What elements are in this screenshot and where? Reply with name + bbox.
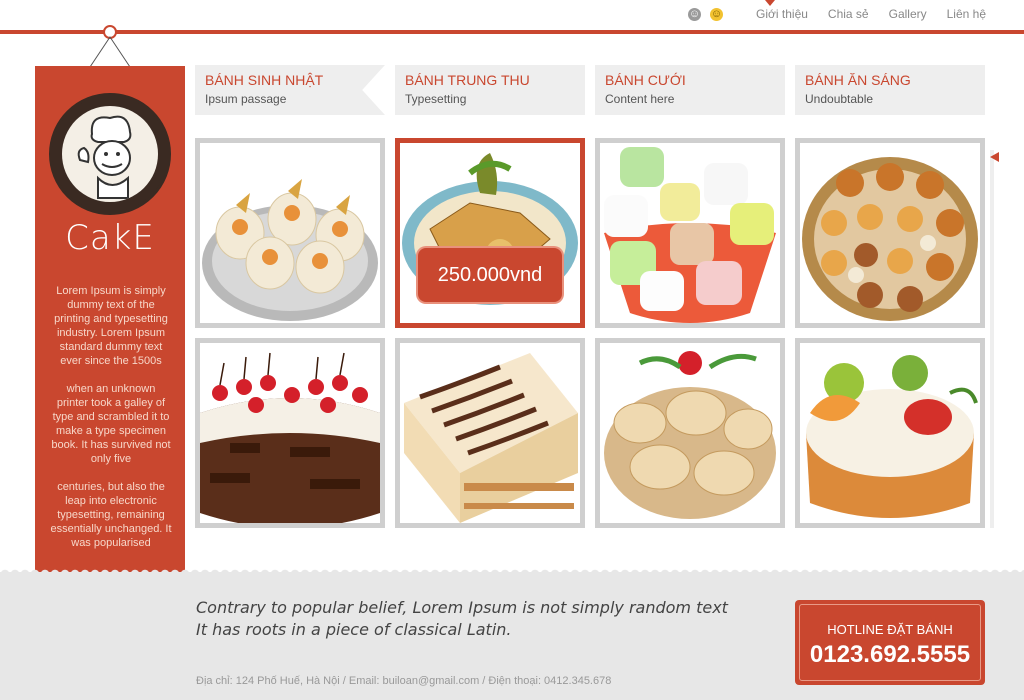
top-nav: ☺ ☺ Giới thiệu Chia sẻ Gallery Liên hệ: [0, 0, 1024, 34]
cream-cake-cups-image: [202, 179, 378, 321]
nav-divider: [0, 30, 1024, 34]
chef-icon: [77, 115, 132, 199]
grey-face-icon[interactable]: ☺: [688, 8, 701, 21]
category-title: BÁNH SINH NHẬT: [205, 72, 324, 88]
gallery-item-layer-cake[interactable]: [395, 338, 585, 528]
fruit-cake-image: [806, 355, 978, 518]
description-paragraph: Lorem Ipsum is simply dummy text of the …: [54, 285, 168, 367]
category-tab-banh-sinh-nhat[interactable]: BÁNH SINH NHẬT Ipsum passage: [195, 65, 385, 115]
nav-menu: Giới thiệu Chia sẻ Gallery Liên hệ: [756, 7, 986, 21]
category-tab-banh-cuoi[interactable]: BÁNH CƯỚI Content here: [595, 65, 785, 115]
hotline-number[interactable]: 0123.692.5555: [795, 641, 985, 669]
category-title: BÁNH ĂN SÁNG: [805, 72, 911, 88]
gallery-item-cream-cake-cups[interactable]: [195, 138, 385, 328]
gallery-item-marshmallow-bowl[interactable]: [595, 138, 785, 328]
gallery-scrollbar[interactable]: [990, 150, 994, 528]
ribbon-hanger: [88, 25, 134, 67]
gallery-item-cream-pastry[interactable]: [595, 338, 785, 528]
hotline-label: HOTLINE ĐẶT BÁNH: [827, 622, 953, 637]
category-title: BÁNH CƯỚI: [605, 72, 686, 88]
hotline-box[interactable]: HOTLINE ĐẶT BÁNH 0123.692.5555: [795, 600, 985, 685]
description-paragraph: when an unknown printer took a galley of…: [51, 383, 171, 465]
smiley-face-icon[interactable]: ☺: [710, 8, 723, 21]
gallery-item-cherry-cake[interactable]: [195, 338, 385, 528]
category-tab-banh-trung-thu[interactable]: BÁNH TRUNG THU Typesetting: [395, 65, 585, 115]
category-subtitle: Typesetting: [405, 92, 467, 106]
gallery-item-bread-basket[interactable]: [795, 138, 985, 328]
footer-quote: Contrary to popular belief, Lorem Ipsum …: [196, 597, 728, 641]
hanger-string: [89, 36, 131, 67]
bread-basket-image: [802, 157, 978, 321]
price-tag[interactable]: 250.000vnd: [418, 248, 562, 302]
category-title: BÁNH TRUNG THU: [405, 72, 530, 88]
cherry-cake-image: [200, 352, 380, 523]
category-subtitle: Content here: [605, 92, 675, 106]
category-tab-banh-an-sang[interactable]: BÁNH ĂN SÁNG Undoubtable: [795, 65, 985, 115]
gallery-item-fruit-cake[interactable]: [795, 338, 985, 528]
description-paragraph: centuries, but also the leap into electr…: [50, 481, 172, 549]
sidebar-description: Lorem Ipsum is simply dummy text of the …: [50, 284, 172, 564]
scroll-arrow-icon[interactable]: [990, 152, 999, 162]
category-subtitle: Ipsum passage: [205, 92, 287, 106]
nav-item-gallery[interactable]: Gallery: [889, 7, 927, 21]
nav-item-chia-se[interactable]: Chia sẻ: [828, 7, 869, 21]
chef-logo[interactable]: [49, 93, 171, 215]
scalloped-edge: [0, 566, 1024, 574]
cream-pastry-image: [604, 351, 776, 519]
active-nav-marker: [765, 0, 775, 6]
quote-line-2: It has roots in a piece of classical Lat…: [196, 620, 512, 639]
nav-item-lien-he[interactable]: Liên hệ: [947, 7, 986, 21]
contact-address: Địa chỉ: 124 Phố Huế, Hà Nội / Email: bu…: [196, 675, 612, 687]
quote-line-1: Contrary to popular belief, Lorem Ipsum …: [196, 598, 728, 617]
layer-cake-image: [404, 353, 578, 523]
marshmallow-bowl-image: [604, 147, 776, 323]
category-subtitle: Undoubtable: [805, 92, 874, 106]
brand-name: CakE: [65, 218, 155, 258]
nav-item-gioi-thieu[interactable]: Giới thiệu: [756, 7, 808, 21]
sidebar-ribbon: CakE Lorem Ipsum is simply dummy text of…: [35, 66, 185, 640]
